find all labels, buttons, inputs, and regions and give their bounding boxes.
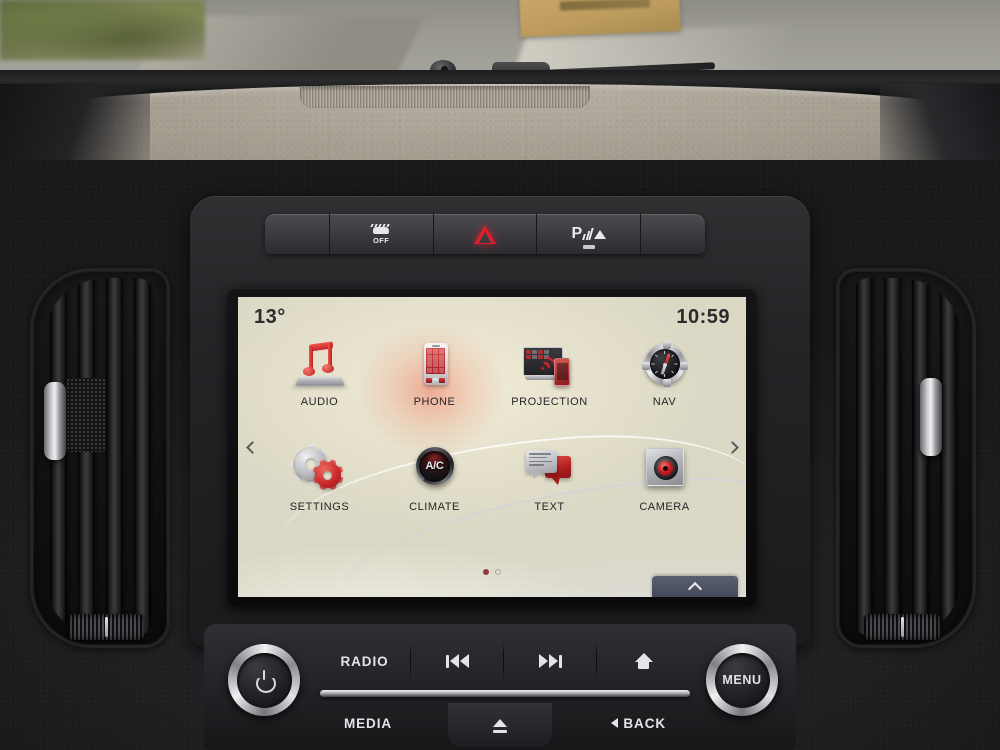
windshield-view (0, 0, 1000, 78)
screen-bezel: 13° 10:59 AUDIO PHONE PROJECTION NAV SET… (228, 288, 756, 606)
chrome-trim-strip (320, 690, 690, 697)
menu-knob-face: MENU (714, 652, 770, 708)
page-dot-active[interactable] (483, 569, 489, 575)
app-tile-text[interactable]: TEXT (492, 446, 607, 551)
back-arrow-icon (611, 718, 619, 728)
compass-icon (638, 341, 692, 393)
app-label-nav: NAV (652, 396, 677, 408)
screen-mirroring-icon (522, 341, 577, 393)
vent-direction-tab-right[interactable] (920, 378, 942, 456)
app-label-text: TEXT (534, 501, 565, 513)
previous-page-arrow[interactable] (242, 434, 262, 460)
vent-trim-right (836, 268, 976, 648)
app-tile-settings[interactable]: SETTINGS (262, 444, 377, 551)
next-track-icon (539, 654, 562, 668)
next-track-button[interactable] (504, 636, 597, 686)
app-tile-camera[interactable]: CAMERA (607, 446, 722, 551)
page-dot-inactive[interactable] (495, 569, 501, 575)
hard-key-row-bottom: MEDIA BACK (320, 700, 690, 746)
vent-adjuster-wheel-left[interactable] (68, 614, 144, 640)
app-label-climate: CLIMATE (409, 501, 460, 513)
menu-tune-knob[interactable]: MENU (706, 644, 778, 716)
roadside-vegetation (0, 0, 205, 60)
park-letter: P (571, 225, 583, 242)
chevron-right-icon (725, 440, 739, 454)
vent-mesh-texture-left (66, 378, 106, 452)
app-label-settings: SETTINGS (289, 501, 350, 513)
park-assist-button[interactable]: P (537, 214, 642, 254)
radio-label: RADIO (340, 653, 389, 669)
app-label-projection: PROJECTION (511, 396, 588, 408)
speech-bubbles-icon (523, 446, 577, 498)
app-label-audio: AUDIO (300, 396, 339, 408)
power-volume-knob[interactable] (228, 644, 300, 716)
back-button[interactable]: BACK (611, 716, 666, 731)
media-button[interactable]: MEDIA (344, 716, 392, 731)
traction-control-off-button[interactable]: OFF (329, 214, 434, 254)
app-label-camera: CAMERA (639, 501, 690, 513)
hazard-triangle-icon (474, 225, 496, 244)
defroster-vent (300, 86, 590, 108)
top-button-strip: OFF P (265, 214, 705, 254)
smartphone-icon (408, 341, 462, 393)
hard-key-row-top: RADIO (318, 636, 690, 686)
home-icon (634, 653, 653, 669)
vent-adjuster-wheel-right[interactable] (864, 614, 940, 640)
outside-temperature: 13° (254, 305, 286, 328)
back-label: BACK (623, 715, 666, 731)
hazard-warning-button[interactable] (433, 214, 538, 254)
infotainment-lcd[interactable]: 13° 10:59 AUDIO PHONE PROJECTION NAV SET… (238, 297, 746, 597)
chevron-left-icon (245, 440, 259, 454)
app-tile-nav[interactable]: NAV (607, 341, 722, 446)
top-key-blank-left[interactable] (265, 214, 330, 254)
page-indicator (483, 569, 501, 575)
clock: 10:59 (676, 305, 730, 328)
chevron-up-icon (687, 581, 703, 596)
home-button[interactable] (597, 636, 690, 686)
app-grid: AUDIO PHONE PROJECTION NAV SETTINGS A/C … (262, 341, 722, 551)
ac-dial-icon: A/C (408, 446, 462, 498)
app-tile-audio[interactable]: AUDIO (262, 341, 377, 446)
power-knob-face (236, 652, 292, 708)
previous-track-button[interactable] (411, 636, 504, 686)
app-tile-projection[interactable]: PROJECTION (492, 341, 607, 446)
music-note-icon (293, 341, 347, 393)
status-bar: 13° 10:59 (238, 297, 746, 333)
power-icon (255, 670, 273, 689)
traction-control-off-icon: OFF (371, 224, 391, 245)
pull-up-tab[interactable] (652, 576, 738, 597)
menu-label: MENU (722, 673, 762, 687)
radio-button[interactable]: RADIO (318, 636, 411, 686)
air-vent-right[interactable] (836, 268, 976, 648)
app-label-phone: PHONE (413, 396, 456, 408)
park-assist-icon: P (571, 225, 607, 249)
vent-direction-tab-left[interactable] (44, 382, 66, 460)
app-tile-climate[interactable]: A/C CLIMATE (377, 446, 492, 551)
previous-track-icon (446, 654, 469, 668)
gears-icon (291, 444, 347, 498)
next-page-arrow[interactable] (722, 434, 742, 460)
camera-lens-icon (638, 446, 692, 498)
traction-off-label: OFF (373, 235, 390, 245)
car-interior-photo: OFF P 13° 10:59 AUDIO PHONE PROJECTION N… (0, 0, 1000, 750)
ac-dial-text: A/C (425, 460, 444, 472)
top-key-blank-right[interactable] (641, 214, 705, 254)
app-tile-phone[interactable]: PHONE (377, 341, 492, 446)
